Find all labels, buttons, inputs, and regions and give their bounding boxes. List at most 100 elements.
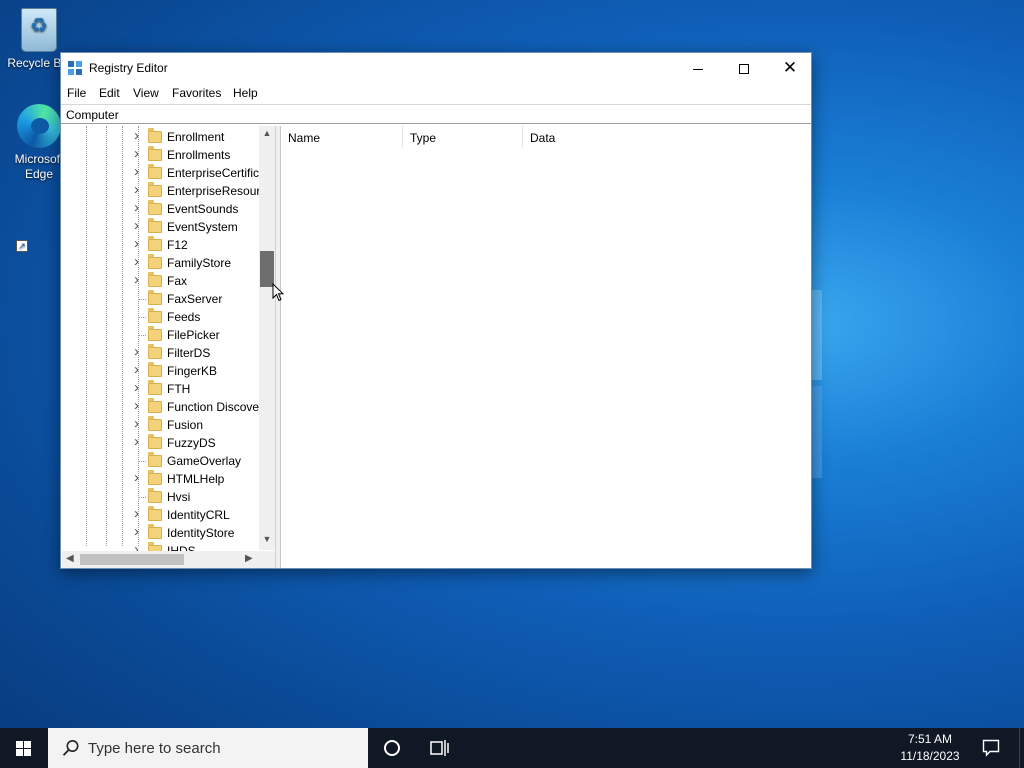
tree-item[interactable]: FaxServer xyxy=(62,290,258,308)
expand-chevron-icon[interactable]: › xyxy=(134,343,139,360)
windows-logo-icon xyxy=(16,741,32,757)
cortana-icon xyxy=(384,740,400,756)
scroll-up-arrow-icon[interactable]: ▲ xyxy=(259,128,275,138)
taskbar-search-box[interactable]: Type here to search xyxy=(48,728,368,768)
tree-item-label: EnterpriseCertific xyxy=(167,166,260,180)
close-icon: ✕ xyxy=(782,58,798,77)
expand-chevron-icon[interactable]: › xyxy=(134,127,139,144)
column-header-data[interactable]: Data xyxy=(523,126,643,148)
tree-item[interactable]: › IdentityStore xyxy=(62,523,258,542)
tree-item[interactable]: › FuzzyDS xyxy=(62,433,258,452)
expand-chevron-icon[interactable]: › xyxy=(134,199,139,216)
recycle-bin-icon xyxy=(21,8,57,52)
expand-chevron-icon[interactable]: › xyxy=(134,415,139,432)
tree-item-label: Fax xyxy=(167,274,188,288)
column-header-type[interactable]: Type xyxy=(403,126,523,148)
tree-item-label: FingerKB xyxy=(167,364,218,378)
expand-chevron-icon[interactable]: › xyxy=(134,523,139,540)
menu-file[interactable]: File xyxy=(67,86,86,100)
tree-item[interactable]: › EnterpriseCertific xyxy=(62,163,260,182)
address-bar[interactable]: Computer xyxy=(61,104,811,124)
tree-item[interactable]: › HTMLHelp xyxy=(62,469,258,488)
clock-date[interactable]: 11/18/2023 xyxy=(890,748,970,764)
registry-editor-icon xyxy=(68,61,83,76)
tree-item[interactable]: › FilterDS xyxy=(62,343,258,362)
maximize-button[interactable] xyxy=(721,53,767,83)
minimize-button[interactable] xyxy=(675,53,721,83)
expand-chevron-icon[interactable]: › xyxy=(134,397,139,414)
values-list-pane[interactable]: Name Type Data xyxy=(280,126,811,568)
expand-chevron-icon[interactable]: › xyxy=(134,361,139,378)
tree-item[interactable]: FilePicker xyxy=(62,326,258,344)
scroll-left-arrow-icon[interactable]: ◀ xyxy=(66,553,74,564)
maximize-icon xyxy=(739,64,749,75)
action-center-button[interactable] xyxy=(976,728,1016,768)
menu-view[interactable]: View xyxy=(133,86,159,100)
task-view-button[interactable] xyxy=(418,728,462,768)
expand-chevron-icon[interactable]: › xyxy=(134,181,139,198)
close-button[interactable]: ✕ xyxy=(767,53,813,83)
tree-item[interactable]: › Enrollment xyxy=(62,127,258,146)
expand-chevron-icon[interactable]: › xyxy=(134,217,139,234)
show-desktop-button[interactable] xyxy=(1019,728,1024,768)
tree-item-label: FilterDS xyxy=(167,346,211,360)
expand-chevron-icon[interactable]: › xyxy=(134,505,139,522)
clock-time[interactable]: 7:51 AM xyxy=(890,731,970,747)
title-bar[interactable]: Registry Editor ✕ xyxy=(61,53,811,83)
expand-chevron-icon[interactable]: › xyxy=(134,145,139,162)
cortana-button[interactable] xyxy=(370,728,414,768)
expand-chevron-icon[interactable]: › xyxy=(134,253,139,270)
tree-item-label: EventSounds xyxy=(167,202,239,216)
tree-item[interactable]: › EventSounds xyxy=(62,199,258,218)
tree-vertical-scrollbar[interactable]: ▲ ▼ xyxy=(259,126,275,550)
tree-item[interactable]: › FTH xyxy=(62,379,258,398)
expand-chevron-icon[interactable]: › xyxy=(134,235,139,252)
wallpaper-light-beam xyxy=(812,386,822,478)
tree-item[interactable]: › FamilyStore xyxy=(62,253,258,272)
horizontal-scroll-thumb[interactable] xyxy=(80,554,184,565)
tree-item[interactable]: › EventSystem xyxy=(62,217,258,236)
expand-chevron-icon[interactable]: › xyxy=(134,433,139,450)
folder-icon xyxy=(148,326,162,341)
scroll-right-arrow-icon[interactable]: ▶ xyxy=(245,553,253,564)
tree-item-label: FTH xyxy=(167,382,191,396)
folder-icon xyxy=(148,254,162,269)
folder-icon xyxy=(148,362,162,377)
tree-item[interactable]: › EnterpriseResourc xyxy=(62,181,266,200)
tree-connector xyxy=(138,317,146,318)
menu-edit[interactable]: Edit xyxy=(99,86,120,100)
menu-favorites[interactable]: Favorites xyxy=(172,86,221,100)
menu-help[interactable]: Help xyxy=(233,86,258,100)
folder-icon xyxy=(148,380,162,395)
expand-chevron-icon[interactable]: › xyxy=(134,469,139,486)
tree-item[interactable]: GameOverlay xyxy=(62,452,258,470)
tree-item-label: Function Discove xyxy=(167,400,260,414)
folder-icon xyxy=(148,452,162,467)
expand-chevron-icon[interactable]: › xyxy=(134,163,139,180)
tree-item[interactable]: › Fax xyxy=(62,271,258,290)
tree-item[interactable]: › Fusion xyxy=(62,415,258,434)
tree-item[interactable]: › IdentityCRL xyxy=(62,505,258,524)
key-tree-pane[interactable]: › Enrollment › Enrollments › EnterpriseCertif… xyxy=(62,126,276,568)
tree-item[interactable]: › Function Discove xyxy=(62,397,260,416)
tree-connector xyxy=(138,461,146,462)
folder-icon xyxy=(148,272,162,287)
tree-item[interactable]: › F12 xyxy=(62,235,258,254)
tree-horizontal-scrollbar[interactable]: ◀ ▶ xyxy=(62,551,275,568)
tree-item[interactable]: › Enrollments xyxy=(62,145,258,164)
tree-item-label: IdentityCRL xyxy=(167,508,230,522)
registry-editor-window: Registry Editor ✕ File Edit View Favorit… xyxy=(60,52,812,569)
expand-chevron-icon[interactable]: › xyxy=(134,379,139,396)
folder-icon xyxy=(148,344,162,359)
vertical-scroll-thumb[interactable] xyxy=(260,251,274,287)
column-header-name[interactable]: Name xyxy=(281,126,403,148)
tree-item[interactable]: Hvsi xyxy=(62,488,258,506)
expand-chevron-icon[interactable]: › xyxy=(134,271,139,288)
folder-icon xyxy=(148,434,162,449)
folder-icon xyxy=(148,164,162,179)
scroll-down-arrow-icon[interactable]: ▼ xyxy=(259,534,275,544)
tree-item[interactable]: Feeds xyxy=(62,308,258,326)
folder-icon xyxy=(148,182,162,197)
tree-item[interactable]: › FingerKB xyxy=(62,361,258,380)
start-button[interactable] xyxy=(0,728,48,768)
